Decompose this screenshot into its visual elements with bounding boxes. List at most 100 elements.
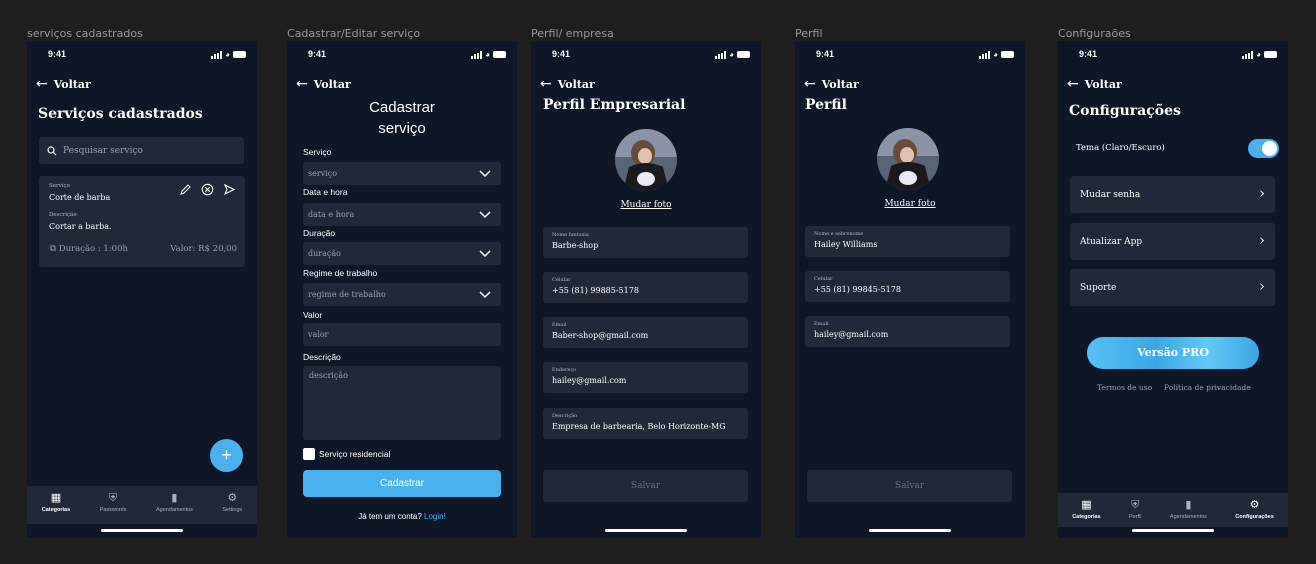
change-photo-link[interactable]: Mudar foto	[795, 199, 1025, 209]
add-service-button[interactable]: +	[210, 439, 243, 472]
page-title: Perfil	[805, 97, 847, 113]
battery-icon	[1264, 51, 1277, 58]
battery-icon	[1001, 51, 1014, 58]
tab-configuracoes[interactable]: ⚙ Configurações	[1235, 499, 1274, 520]
status-icons: ◕	[1242, 50, 1277, 59]
tab-label: Configurações	[1235, 514, 1274, 520]
field-label: Nome fantasia	[552, 232, 589, 238]
pro-version-button[interactable]: Versão PRO	[1087, 337, 1259, 369]
tab-bar: ▦ Categorias ⛨ Passwords ▮ Agendamentos ⚙ Se…	[27, 486, 257, 524]
value-input[interactable]: valor	[303, 323, 501, 346]
tab-categorias[interactable]: ▦ Categorias	[42, 492, 70, 513]
field-phone[interactable]: Celular +55 (81) 99845-5178	[805, 271, 1010, 302]
plus-icon: +	[221, 445, 232, 465]
field-value: +55 (81) 99845-5178	[814, 285, 901, 294]
field-email[interactable]: Email Baber-shop@gmail.com	[543, 317, 748, 348]
signal-icon	[715, 50, 727, 59]
page-title: Perfil Empresarial	[543, 97, 686, 113]
avatar[interactable]	[615, 129, 677, 191]
chevron-down-icon	[479, 250, 491, 258]
edit-icon[interactable]	[179, 183, 192, 196]
residential-checkbox[interactable]	[303, 448, 315, 460]
bookmark-icon: ▮	[171, 492, 178, 504]
tab-agendamentos[interactable]: ▮ Agendamentos	[156, 492, 193, 513]
frame-label-settings: Configuraões	[1058, 27, 1131, 40]
arrow-left-icon: ←	[804, 76, 816, 92]
shield-icon: ⛨	[108, 492, 118, 504]
wifi-icon: ◕	[225, 50, 230, 59]
description-textarea[interactable]: descrição	[303, 366, 501, 440]
field-label: Endereço	[552, 367, 577, 373]
frame-label-services: serviços cadastrados	[27, 27, 143, 40]
save-button[interactable]: Salvar	[543, 470, 748, 502]
grid-icon: ▦	[1081, 499, 1092, 511]
settings-row-support[interactable]: Suporte ›	[1070, 269, 1275, 306]
service-card[interactable]: Serviço Corte de barba Descrição Cortar …	[39, 176, 245, 267]
theme-toggle[interactable]	[1248, 139, 1279, 158]
avatar-photo	[615, 129, 677, 191]
duration-value: Duração : 1:00h	[58, 244, 128, 254]
field-full-name[interactable]: Nome e sobrenome Hailey Williams	[805, 226, 1010, 257]
back-button[interactable]: ← Voltar	[1067, 76, 1122, 92]
datetime-select[interactable]: data e hora	[303, 203, 501, 226]
back-label: Voltar	[557, 77, 595, 91]
status-time: 9:41	[308, 49, 327, 59]
field-address[interactable]: Endereço hailey@gmail.com	[543, 362, 748, 393]
wifi-icon: ◕	[1256, 50, 1261, 59]
settings-row-change-password[interactable]: Mudar senha ›	[1070, 176, 1275, 213]
arrow-left-icon: ←	[36, 76, 48, 92]
residential-label: Serviço residencial	[319, 449, 391, 459]
service-select[interactable]: serviço	[303, 162, 501, 185]
back-button[interactable]: ← Voltar	[540, 76, 595, 92]
tab-passwords[interactable]: ⛨ Passwords	[100, 492, 127, 513]
back-label: Voltar	[53, 77, 91, 91]
tab-perfil[interactable]: ⛨ Perfil	[1129, 499, 1142, 520]
field-email[interactable]: Email hailey@gmail.com	[805, 316, 1010, 347]
value-placeholder: valor	[308, 330, 329, 339]
tab-categorias[interactable]: ▦ Categorias	[1072, 499, 1100, 520]
save-button[interactable]: Salvar	[807, 470, 1012, 502]
residential-checkbox-row[interactable]: Serviço residencial	[303, 448, 390, 460]
login-question: Já tem um conta?	[358, 512, 422, 521]
duration-select[interactable]: duração	[303, 242, 501, 265]
terms-link[interactable]: Termos de uso	[1097, 383, 1152, 392]
tab-agendamentos[interactable]: ▮ Agendamentos	[1170, 499, 1207, 520]
status-bar: 9:41 ◕	[795, 49, 1025, 61]
field-phone[interactable]: Celular +55 (81) 99885-5178	[543, 272, 748, 303]
field-label: Celular	[552, 277, 571, 283]
back-button[interactable]: ← Voltar	[36, 76, 91, 92]
screen-form: 9:41 ◕ ← Voltar Cadastrar serviço Serviç…	[287, 41, 517, 538]
submit-button[interactable]: Cadastrar	[303, 470, 501, 497]
home-indicator	[1132, 529, 1214, 532]
change-photo-link[interactable]: Mudar foto	[531, 200, 761, 210]
avatar[interactable]	[877, 128, 939, 190]
avatar-photo	[877, 128, 939, 190]
field-value: Baber-shop@gmail.com	[552, 331, 649, 340]
regime-select[interactable]: regime de trabalho	[303, 283, 501, 306]
back-label: Voltar	[313, 77, 351, 91]
back-button[interactable]: ← Voltar	[804, 76, 859, 92]
settings-row-update-app[interactable]: Atualizar App ›	[1070, 223, 1275, 260]
regime-field-label: Regime de trabalho	[303, 268, 378, 278]
tab-settings[interactable]: ⚙ Settings	[222, 492, 242, 513]
battery-icon	[737, 51, 750, 58]
field-value: Barbe-shop	[552, 241, 599, 250]
field-description[interactable]: Descrição Empresa de barbearia, Belo Hor…	[543, 408, 748, 439]
shield-icon: ⛨	[1131, 499, 1140, 511]
arrow-left-icon: ←	[1067, 76, 1079, 92]
send-icon[interactable]	[223, 183, 236, 196]
row-label: Atualizar App	[1080, 236, 1143, 247]
tab-label: Categorias	[1072, 514, 1101, 520]
gear-icon: ⚙	[227, 492, 238, 504]
duration-row: ⧉ Duração : 1:00h	[50, 244, 128, 254]
login-link[interactable]: Login!	[424, 512, 446, 521]
tab-label: Perfil	[1129, 514, 1142, 520]
search-input[interactable]: Pesquisar serviço	[39, 137, 244, 164]
home-indicator	[605, 529, 687, 532]
back-button[interactable]: ← Voltar	[296, 76, 351, 92]
privacy-link[interactable]: Política de privacidade	[1164, 383, 1251, 392]
field-trade-name[interactable]: Nome fantasia Barbe-shop	[543, 227, 748, 258]
delete-icon[interactable]	[201, 183, 214, 196]
card-actions	[179, 183, 236, 196]
login-row: Já tem um conta? Login!	[287, 512, 517, 521]
